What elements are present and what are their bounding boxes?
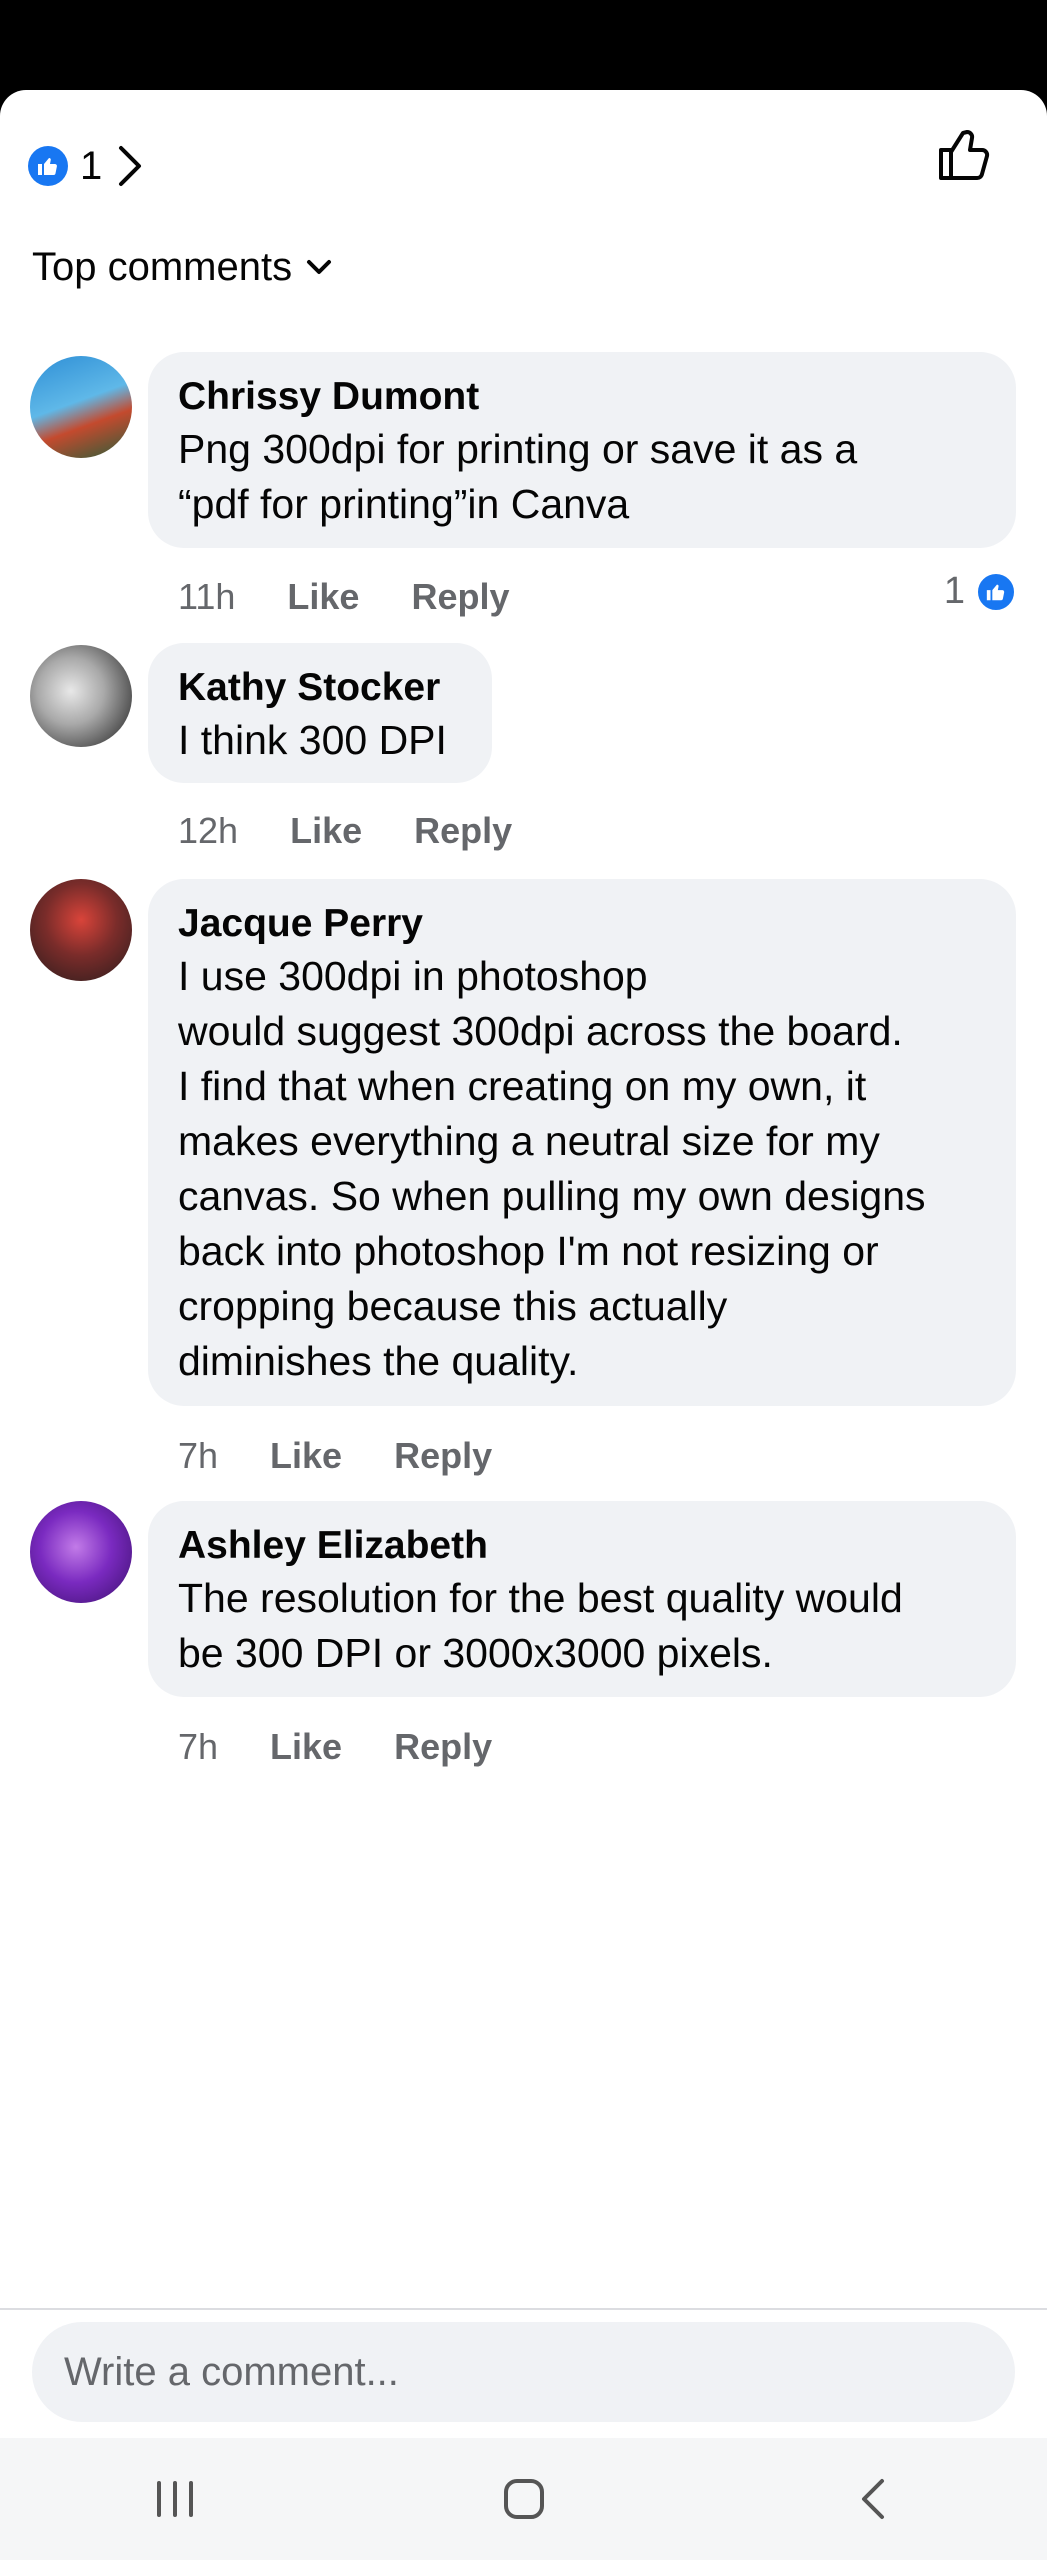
comment-author[interactable]: Chrissy Dumont — [178, 372, 986, 422]
like-button[interactable]: Like — [290, 810, 362, 852]
chevron-right-icon — [116, 144, 144, 188]
comment-input[interactable]: Write a comment... — [32, 2322, 1015, 2422]
comment-actions: 7h Like Reply — [178, 1726, 492, 1768]
comment-author[interactable]: Jacque Perry — [178, 899, 986, 949]
back-icon[interactable] — [833, 2459, 913, 2539]
thumbs-up-icon[interactable] — [933, 122, 997, 186]
avatar[interactable] — [30, 1501, 132, 1603]
avatar[interactable] — [30, 879, 132, 981]
comment-time[interactable]: 11h — [178, 576, 235, 618]
comment-bubble: Jacque Perry I use 300dpi in photoshop w… — [148, 879, 1016, 1406]
comment-reactions[interactable]: 1 — [944, 570, 1017, 613]
avatar[interactable] — [30, 356, 132, 458]
comment-input-placeholder: Write a comment... — [64, 2349, 399, 2394]
comment-actions: 11h Like Reply — [178, 576, 510, 618]
system-nav-bar — [0, 2438, 1047, 2560]
like-button[interactable]: Like — [287, 576, 359, 618]
comment-text: The resolution for the best quality woul… — [178, 1575, 903, 1676]
like-button[interactable]: Like — [270, 1435, 342, 1477]
comment-actions: 7h Like Reply — [178, 1435, 492, 1477]
like-button[interactable]: Like — [270, 1726, 342, 1768]
top-comments-label: Top comments — [32, 245, 293, 289]
comment-time[interactable]: 12h — [178, 810, 238, 852]
comment-time[interactable]: 7h — [178, 1435, 218, 1477]
home-icon[interactable] — [484, 2459, 564, 2539]
divider — [0, 2308, 1047, 2310]
comment-time[interactable]: 7h — [178, 1726, 218, 1768]
reply-button[interactable]: Reply — [394, 1726, 492, 1768]
reactions-summary[interactable]: 1 — [28, 126, 144, 206]
comment-actions: 12h Like Reply — [178, 810, 512, 852]
reply-button[interactable]: Reply — [414, 810, 512, 852]
reaction-count: 1 — [80, 143, 103, 188]
reply-button[interactable]: Reply — [411, 576, 509, 618]
avatar[interactable] — [30, 645, 132, 747]
reply-button[interactable]: Reply — [394, 1435, 492, 1477]
status-bar — [0, 0, 1047, 90]
comment-author[interactable]: Ashley Elizabeth — [178, 1521, 986, 1571]
comments-sheet: 1 Top comments Chrissy Dumont Png 300dpi… — [0, 90, 1047, 2438]
comment-author[interactable]: Kathy Stocker — [178, 663, 462, 713]
comment-bubble: Kathy Stocker I think 300 DPI — [148, 643, 492, 783]
like-badge-icon — [28, 146, 68, 186]
comment-reaction-count: 1 — [943, 570, 965, 612]
comment-bubble: Ashley Elizabeth The resolution for the … — [148, 1501, 1016, 1697]
comment-text: Png 300dpi for printing or save it as a … — [178, 426, 858, 527]
top-comments-filter[interactable]: Top comments — [32, 245, 332, 290]
chevron-down-icon — [306, 259, 332, 277]
comment-text: I use 300dpi in photoshop would suggest … — [178, 953, 926, 1384]
like-badge-icon — [975, 570, 1017, 613]
comment-text: I think 300 DPI — [178, 717, 447, 763]
recents-icon[interactable] — [135, 2459, 215, 2539]
comment-bubble: Chrissy Dumont Png 300dpi for printing o… — [148, 352, 1016, 548]
